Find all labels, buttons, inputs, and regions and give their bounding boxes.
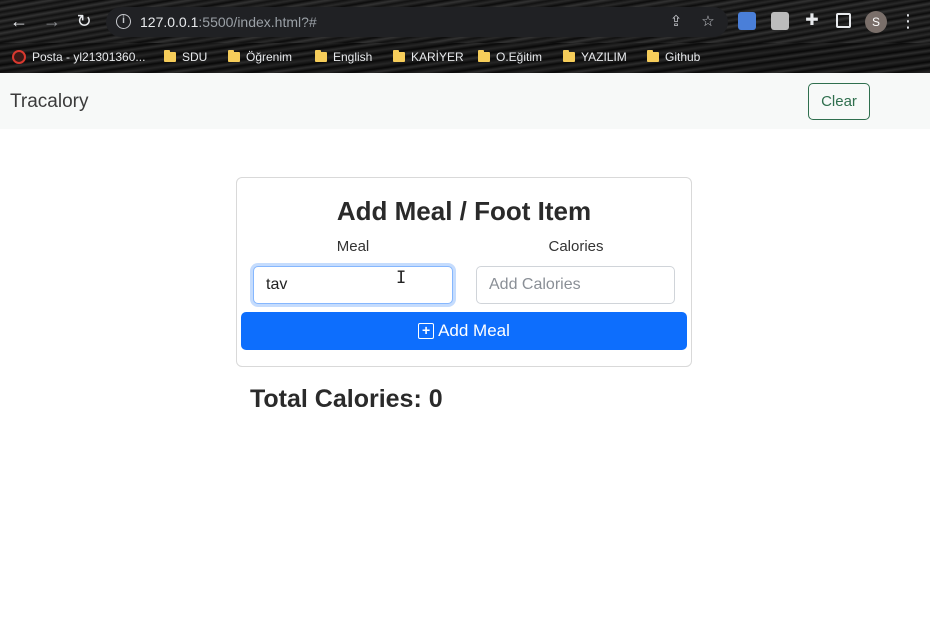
site-info-icon[interactable]: i bbox=[116, 14, 131, 29]
side-panel-icon[interactable] bbox=[836, 13, 851, 28]
add-meal-label: Add Meal bbox=[438, 321, 510, 340]
bookmark-folder[interactable]: YAZILIM bbox=[563, 47, 627, 67]
url-path: :5500/index.html?# bbox=[198, 14, 317, 30]
folder-icon bbox=[164, 50, 176, 62]
bookmark-folder[interactable]: KARİYER bbox=[393, 47, 464, 67]
calories-input[interactable] bbox=[476, 266, 675, 304]
folder-icon bbox=[315, 50, 327, 62]
calories-label: Calories bbox=[548, 238, 604, 255]
bookmarks-bar: Posta - yl21301360... SDU Öğrenim Englis… bbox=[0, 43, 930, 73]
forward-arrow-icon[interactable]: → bbox=[41, 10, 63, 32]
extensions-puzzle-icon[interactable]: ✚ bbox=[801, 10, 823, 32]
bookmark-star-icon[interactable]: ☆ bbox=[698, 12, 718, 32]
bookmark-item[interactable]: Posta - yl21301360... bbox=[12, 47, 145, 67]
address-bar[interactable]: i 127.0.0.1:5500/index.html?# ⇪ ☆ bbox=[106, 7, 728, 37]
total-calories-label: Total Calories: bbox=[250, 385, 422, 413]
bookmark-label: Github bbox=[665, 50, 701, 64]
folder-icon bbox=[478, 50, 490, 62]
menu-kebab-icon[interactable]: ⋮ bbox=[897, 10, 919, 32]
add-meal-card: Add Meal / Foot Item Meal Calories + Add… bbox=[236, 177, 692, 367]
bookmark-label: Öğrenim bbox=[246, 50, 293, 64]
card-title: Add Meal / Foot Item bbox=[336, 196, 592, 226]
bookmark-folder[interactable]: Github bbox=[647, 47, 700, 67]
browser-toolbar: ← → ↻ i 127.0.0.1:5500/index.html?# ⇪ ☆ … bbox=[0, 0, 930, 43]
brand-title[interactable]: Tracalory bbox=[10, 91, 88, 113]
translate-extension-icon[interactable] bbox=[738, 12, 756, 30]
mail-icon bbox=[12, 50, 26, 64]
bookmark-label: English bbox=[333, 50, 373, 64]
meal-label: Meal bbox=[336, 238, 370, 255]
total-calories: Total Calories: 0 bbox=[250, 385, 443, 414]
share-icon[interactable]: ⇪ bbox=[666, 12, 686, 32]
text-cursor-icon: I bbox=[396, 268, 407, 288]
bookmark-label: O.Eğitim bbox=[496, 50, 543, 64]
reload-icon[interactable]: ↻ bbox=[73, 10, 95, 32]
bookmark-folder[interactable]: O.Eğitim bbox=[478, 47, 542, 67]
clear-button[interactable]: Clear bbox=[808, 83, 870, 120]
folder-icon bbox=[563, 50, 575, 62]
url-text[interactable]: 127.0.0.1:5500/index.html?# bbox=[140, 14, 317, 30]
bookmark-label: YAZILIM bbox=[581, 50, 627, 64]
add-meal-button[interactable]: + Add Meal bbox=[241, 312, 687, 350]
folder-icon bbox=[647, 50, 659, 62]
meal-input[interactable] bbox=[253, 266, 453, 304]
bookmark-folder[interactable]: Öğrenim bbox=[228, 47, 292, 67]
bookmark-folder[interactable]: English bbox=[315, 47, 372, 67]
bookmark-label: Posta - yl21301360... bbox=[32, 50, 146, 64]
bookmark-folder[interactable]: SDU bbox=[164, 47, 207, 67]
bookmark-label: SDU bbox=[182, 50, 208, 64]
total-calories-value: 0 bbox=[428, 385, 443, 413]
url-host: 127.0.0.1 bbox=[140, 14, 199, 30]
folder-icon bbox=[228, 50, 240, 62]
profile-avatar[interactable]: S bbox=[865, 11, 887, 33]
plus-square-icon: + bbox=[418, 323, 435, 339]
app-navbar: Tracalory Clear bbox=[0, 73, 930, 129]
bookmark-label: KARİYER bbox=[411, 50, 464, 64]
extension-icon[interactable] bbox=[771, 12, 789, 30]
folder-icon bbox=[393, 50, 405, 62]
back-arrow-icon[interactable]: ← bbox=[8, 10, 30, 32]
